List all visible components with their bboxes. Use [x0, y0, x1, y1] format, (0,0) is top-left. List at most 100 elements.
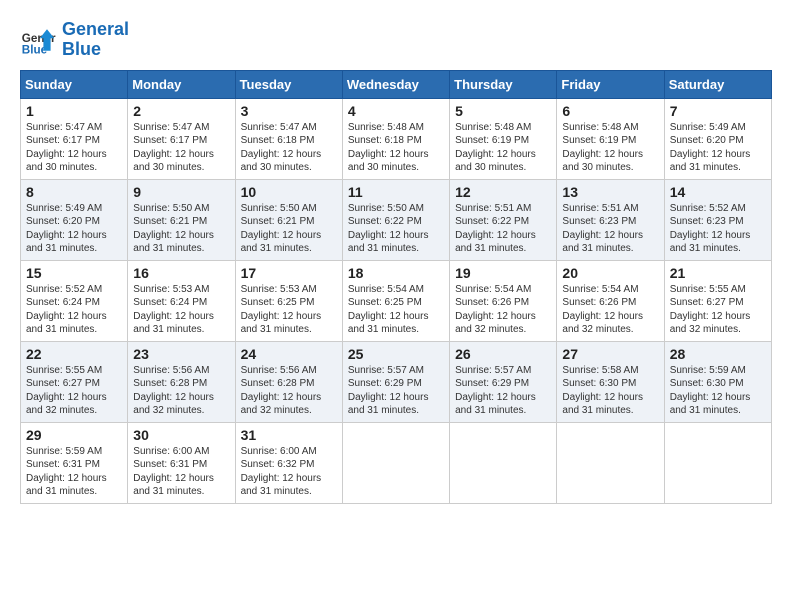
day-number: 1 [26, 103, 122, 119]
day-info: Sunrise: 5:50 AM Sunset: 6:21 PM Dayligh… [133, 202, 229, 256]
calendar-cell: 13 Sunrise: 5:51 AM Sunset: 6:23 PM Dayli… [557, 179, 664, 260]
day-number: 27 [562, 346, 658, 362]
day-info: Sunrise: 5:57 AM Sunset: 6:29 PM Dayligh… [455, 364, 551, 418]
day-number: 14 [670, 184, 766, 200]
column-header-sunday: Sunday [21, 70, 128, 98]
calendar-cell: 22 Sunrise: 5:55 AM Sunset: 6:27 PM Dayli… [21, 341, 128, 422]
day-number: 3 [241, 103, 337, 119]
day-info: Sunrise: 5:55 AM Sunset: 6:27 PM Dayligh… [670, 283, 766, 337]
day-number: 11 [348, 184, 444, 200]
day-info: Sunrise: 5:58 AM Sunset: 6:30 PM Dayligh… [562, 364, 658, 418]
day-info: Sunrise: 5:54 AM Sunset: 6:25 PM Dayligh… [348, 283, 444, 337]
day-info: Sunrise: 5:48 AM Sunset: 6:19 PM Dayligh… [562, 121, 658, 175]
calendar-cell: 9Sunrise: 5:50 AM Sunset: 6:21 PM Daylig… [128, 179, 235, 260]
day-info: Sunrise: 5:48 AM Sunset: 6:18 PM Dayligh… [348, 121, 444, 175]
day-info: Sunrise: 5:59 AM Sunset: 6:30 PM Dayligh… [670, 364, 766, 418]
calendar-cell: 8Sunrise: 5:49 AM Sunset: 6:20 PM Daylig… [21, 179, 128, 260]
calendar-table: SundayMondayTuesdayWednesdayThursdayFrid… [20, 70, 772, 504]
day-number: 8 [26, 184, 122, 200]
calendar-cell: 16 Sunrise: 5:53 AM Sunset: 6:24 PM Dayli… [128, 260, 235, 341]
day-number: 26 [455, 346, 551, 362]
calendar-header-row: SundayMondayTuesdayWednesdayThursdayFrid… [21, 70, 772, 98]
day-number: 18 [348, 265, 444, 281]
day-number: 31 [241, 427, 337, 443]
day-info: Sunrise: 5:59 AM Sunset: 6:31 PM Dayligh… [26, 445, 122, 499]
calendar-cell: 5 Sunrise: 5:48 AM Sunset: 6:19 PM Daylig… [450, 98, 557, 179]
calendar-cell: 30 Sunrise: 6:00 AM Sunset: 6:31 PM Dayli… [128, 422, 235, 503]
calendar-cell: 21 Sunrise: 5:55 AM Sunset: 6:27 PM Dayli… [664, 260, 771, 341]
day-info: Sunrise: 5:54 AM Sunset: 6:26 PM Dayligh… [455, 283, 551, 337]
calendar-cell: 31 Sunrise: 6:00 AM Sunset: 6:32 PM Dayli… [235, 422, 342, 503]
day-info: Sunrise: 5:53 AM Sunset: 6:24 PM Dayligh… [133, 283, 229, 337]
day-number: 30 [133, 427, 229, 443]
calendar-week-row: 1 Sunrise: 5:47 AM Sunset: 6:17 PM Daylig… [21, 98, 772, 179]
calendar-cell: 20 Sunrise: 5:54 AM Sunset: 6:26 PM Dayli… [557, 260, 664, 341]
column-header-friday: Friday [557, 70, 664, 98]
day-number: 13 [562, 184, 658, 200]
day-info: Sunrise: 5:47 AM Sunset: 6:17 PM Dayligh… [133, 121, 229, 175]
day-info: Sunrise: 6:00 AM Sunset: 6:31 PM Dayligh… [133, 445, 229, 499]
calendar-cell: 19Sunrise: 5:54 AM Sunset: 6:26 PM Dayli… [450, 260, 557, 341]
calendar-cell: 18 Sunrise: 5:54 AM Sunset: 6:25 PM Dayli… [342, 260, 449, 341]
calendar-cell: 17Sunrise: 5:53 AM Sunset: 6:25 PM Dayli… [235, 260, 342, 341]
day-info: Sunrise: 5:53 AM Sunset: 6:25 PM Dayligh… [241, 283, 337, 337]
day-info: Sunrise: 5:47 AM Sunset: 6:17 PM Dayligh… [26, 121, 122, 175]
day-number: 28 [670, 346, 766, 362]
calendar-cell: 11 Sunrise: 5:50 AM Sunset: 6:22 PM Dayli… [342, 179, 449, 260]
day-number: 23 [133, 346, 229, 362]
day-info: Sunrise: 5:51 AM Sunset: 6:22 PM Dayligh… [455, 202, 551, 256]
column-header-thursday: Thursday [450, 70, 557, 98]
day-info: Sunrise: 5:52 AM Sunset: 6:24 PM Dayligh… [26, 283, 122, 337]
day-number: 20 [562, 265, 658, 281]
calendar-week-row: 29Sunrise: 5:59 AM Sunset: 6:31 PM Dayli… [21, 422, 772, 503]
calendar-cell: 24 Sunrise: 5:56 AM Sunset: 6:28 PM Dayli… [235, 341, 342, 422]
column-header-saturday: Saturday [664, 70, 771, 98]
calendar-cell: 7Sunrise: 5:49 AM Sunset: 6:20 PM Daylig… [664, 98, 771, 179]
day-number: 21 [670, 265, 766, 281]
calendar-week-row: 8Sunrise: 5:49 AM Sunset: 6:20 PM Daylig… [21, 179, 772, 260]
calendar-cell: 12 Sunrise: 5:51 AM Sunset: 6:22 PM Dayli… [450, 179, 557, 260]
calendar-cell: 23Sunrise: 5:56 AM Sunset: 6:28 PM Dayli… [128, 341, 235, 422]
day-number: 24 [241, 346, 337, 362]
column-header-monday: Monday [128, 70, 235, 98]
calendar-cell [557, 422, 664, 503]
calendar-cell: 4 Sunrise: 5:48 AM Sunset: 6:18 PM Daylig… [342, 98, 449, 179]
day-number: 22 [26, 346, 122, 362]
logo: General Blue GeneralBlue [20, 20, 129, 60]
day-info: Sunrise: 5:56 AM Sunset: 6:28 PM Dayligh… [241, 364, 337, 418]
column-header-tuesday: Tuesday [235, 70, 342, 98]
calendar-cell: 27 Sunrise: 5:58 AM Sunset: 6:30 PM Dayli… [557, 341, 664, 422]
calendar-cell: 15 Sunrise: 5:52 AM Sunset: 6:24 PM Dayli… [21, 260, 128, 341]
day-number: 6 [562, 103, 658, 119]
day-number: 15 [26, 265, 122, 281]
day-info: Sunrise: 5:54 AM Sunset: 6:26 PM Dayligh… [562, 283, 658, 337]
calendar-cell: 1 Sunrise: 5:47 AM Sunset: 6:17 PM Daylig… [21, 98, 128, 179]
logo-text: GeneralBlue [62, 20, 129, 60]
calendar-cell: 28 Sunrise: 5:59 AM Sunset: 6:30 PM Dayli… [664, 341, 771, 422]
day-number: 2 [133, 103, 229, 119]
day-number: 5 [455, 103, 551, 119]
logo-icon: General Blue [20, 22, 56, 58]
calendar-cell: 25 Sunrise: 5:57 AM Sunset: 6:29 PM Dayli… [342, 341, 449, 422]
day-number: 10 [241, 184, 337, 200]
day-info: Sunrise: 5:50 AM Sunset: 6:22 PM Dayligh… [348, 202, 444, 256]
calendar-cell: 2 Sunrise: 5:47 AM Sunset: 6:17 PM Daylig… [128, 98, 235, 179]
calendar-cell: 10 Sunrise: 5:50 AM Sunset: 6:21 PM Dayli… [235, 179, 342, 260]
day-number: 4 [348, 103, 444, 119]
day-info: Sunrise: 5:55 AM Sunset: 6:27 PM Dayligh… [26, 364, 122, 418]
day-info: Sunrise: 5:57 AM Sunset: 6:29 PM Dayligh… [348, 364, 444, 418]
day-info: Sunrise: 5:51 AM Sunset: 6:23 PM Dayligh… [562, 202, 658, 256]
day-info: Sunrise: 5:50 AM Sunset: 6:21 PM Dayligh… [241, 202, 337, 256]
day-number: 16 [133, 265, 229, 281]
page-header: General Blue GeneralBlue [20, 20, 772, 60]
day-number: 25 [348, 346, 444, 362]
day-info: Sunrise: 6:00 AM Sunset: 6:32 PM Dayligh… [241, 445, 337, 499]
calendar-cell: 26 Sunrise: 5:57 AM Sunset: 6:29 PM Dayli… [450, 341, 557, 422]
calendar-cell [664, 422, 771, 503]
day-number: 12 [455, 184, 551, 200]
day-info: Sunrise: 5:48 AM Sunset: 6:19 PM Dayligh… [455, 121, 551, 175]
calendar-cell: 14 Sunrise: 5:52 AM Sunset: 6:23 PM Dayli… [664, 179, 771, 260]
calendar-week-row: 15 Sunrise: 5:52 AM Sunset: 6:24 PM Dayli… [21, 260, 772, 341]
calendar-cell: 3Sunrise: 5:47 AM Sunset: 6:18 PM Daylig… [235, 98, 342, 179]
day-info: Sunrise: 5:52 AM Sunset: 6:23 PM Dayligh… [670, 202, 766, 256]
